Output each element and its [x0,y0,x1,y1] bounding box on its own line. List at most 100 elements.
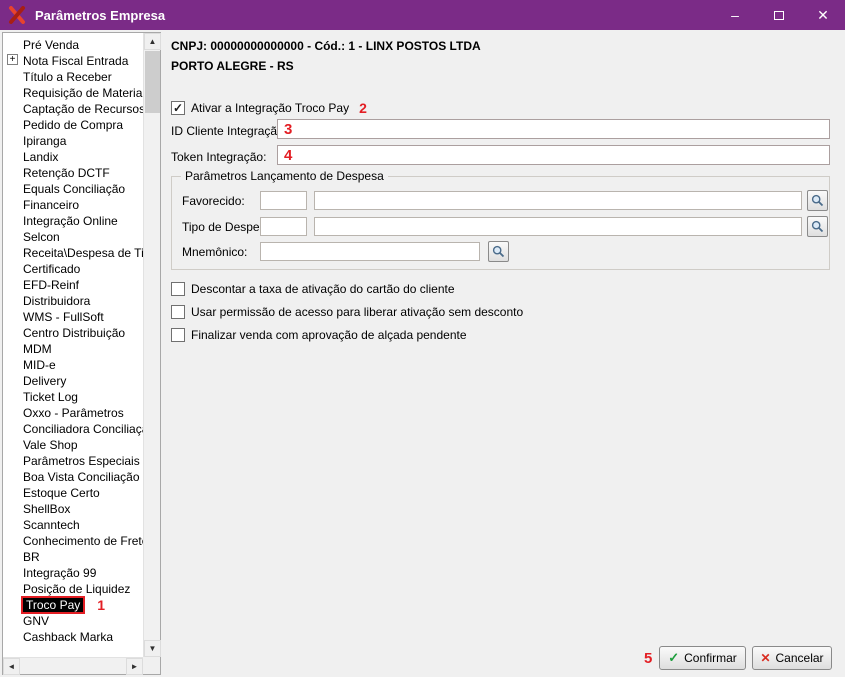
confirmar-button[interactable]: ✓ Confirmar [659,646,746,670]
sidebar-item-landix[interactable]: Landix [3,148,143,164]
tipo-despesa-lookup-button[interactable] [807,216,828,237]
mnemonico-label: Mnemônico: [182,245,248,259]
sidebar-item-label: Parâmetros Especiais [23,453,140,468]
id-cliente-input[interactable] [277,119,830,139]
tipo-despesa-name-input[interactable] [314,217,802,236]
sidebar-item-ticket-log[interactable]: Ticket Log [3,388,143,404]
favorecido-name-input[interactable] [314,191,802,210]
sidebar-item-reten-o-dctf[interactable]: Retenção DCTF [3,164,143,180]
sidebar-item-cashback-marka[interactable]: Cashback Marka [3,628,143,644]
sidebar-item-posi-o-de-liquidez[interactable]: Posição de Liquidez [3,580,143,596]
scrollbar-corner [143,657,160,674]
sidebar-vertical-scrollbar[interactable]: ▲ ▼ [143,33,161,657]
option-row[interactable]: Usar permissão de acesso para liberar at… [171,304,523,320]
favorecido-code-input[interactable] [260,191,307,210]
annotation-4: 4 [284,147,293,164]
sidebar-item-vale-shop[interactable]: Vale Shop [3,436,143,452]
sidebar-item-label: Cashback Marka [23,629,114,644]
sidebar-item-requisi-o-de-materiais[interactable]: Requisição de Materiais [3,84,143,100]
sidebar-item-label: Delivery [23,373,67,388]
checkbox-unchecked-icon[interactable] [171,282,185,296]
checkbox-unchecked-icon[interactable] [171,305,185,319]
sidebar-item-t-tulo-a-receber[interactable]: Título a Receber [3,68,143,84]
sidebar-item-par-metros-especiais[interactable]: Parâmetros Especiais [3,452,143,468]
sidebar-item-selcon[interactable]: Selcon [3,228,143,244]
sidebar-item-label: Troco Pay [23,597,84,612]
option-row[interactable]: Finalizar venda com aprovação de alçada … [171,327,523,343]
sidebar-item-label: Nota Fiscal Entrada [23,53,129,68]
magnifier-icon [492,245,505,258]
sidebar-item-delivery[interactable]: Delivery [3,372,143,388]
sidebar-item-distribuidora[interactable]: Distribuidora [3,292,143,308]
sidebar-item-mdm[interactable]: MDM [3,340,143,356]
sidebar-item-troco-pay[interactable]: Troco Pay 1 [3,596,143,613]
sidebar-item-efd-reinf[interactable]: EFD-Reinf [3,276,143,292]
annotation-5: 5 [644,650,653,667]
sidebar-item-integra-o-online[interactable]: Integração Online [3,212,143,228]
sidebar-item-receita-despesa-de-titul[interactable]: Receita\Despesa de Titul [3,244,143,260]
sidebar-horizontal-scrollbar[interactable]: ◄ ► [3,657,143,675]
minimize-icon: – [731,7,739,23]
sidebar-item-scanntech[interactable]: Scanntech [3,516,143,532]
sidebar-item-integra-o-99[interactable]: Integração 99 [3,564,143,580]
sidebar-item-ipiranga[interactable]: Ipiranga [3,132,143,148]
sidebar-item-certificado[interactable]: Certificado [3,260,143,276]
magnifier-icon [811,194,824,207]
cancelar-button[interactable]: ✕ Cancelar [752,646,832,670]
option-row[interactable]: Descontar a taxa de ativação do cartão d… [171,281,523,297]
sidebar-item-label: Captação de Recursos [23,101,143,116]
sidebar-item-estoque-certo[interactable]: Estoque Certo [3,484,143,500]
scroll-down-icon: ▼ [148,644,157,653]
parametros-empresa-window: Parâmetros Empresa – ✕ Pré Venda + Nota Fi… [0,0,845,677]
token-input[interactable] [277,145,830,165]
titlebar: Parâmetros Empresa – ✕ [0,0,845,30]
sidebar-item-conhecimento-de-frete[interactable]: Conhecimento de Frete [3,532,143,548]
tipo-despesa-code-input[interactable] [260,217,307,236]
scroll-right-button[interactable]: ► [126,658,143,675]
option-label: Descontar a taxa de ativação do cartão d… [191,282,455,296]
sidebar-item-capta-o-de-recursos[interactable]: Captação de Recursos [3,100,143,116]
sidebar-item-label: Integração 99 [23,565,97,580]
maximize-button[interactable] [757,0,801,30]
sidebar-item-label: Financeiro [23,197,80,212]
checkbox-unchecked-icon[interactable] [171,328,185,342]
mnemonico-lookup-button[interactable] [488,241,509,262]
scroll-left-button[interactable]: ◄ [3,658,20,675]
sidebar-item-centro-distribui-o[interactable]: Centro Distribuição [3,324,143,340]
minimize-button[interactable]: – [713,0,757,30]
sidebar-item-br[interactable]: BR [3,548,143,564]
sidebar-item-label: WMS - FullSoft [23,309,104,324]
sidebar-item-oxxo-par-metros[interactable]: Oxxo - Parâmetros [3,404,143,420]
sidebar-item-mid-e[interactable]: MID-e [3,356,143,372]
sidebar-item-conciliadora-concilia-o[interactable]: Conciliadora Conciliação [3,420,143,436]
sidebar-item-nota-fiscal-entrada[interactable]: + Nota Fiscal Entrada [3,52,143,68]
despesa-group-title: Parâmetros Lançamento de Despesa [181,169,388,183]
sidebar-item-boa-vista-concilia-o[interactable]: Boa Vista Conciliação [3,468,143,484]
activate-troco-pay-checkbox[interactable]: ✓ Ativar a Integração Troco Pay 2 [171,100,367,116]
scrollbar-thumb[interactable] [145,51,160,113]
sidebar-item-label: Distribuidora [23,293,91,308]
options: Descontar a taxa de ativação do cartão d… [171,281,523,350]
sidebar-item-label: Landix [23,149,59,164]
company-city-line: PORTO ALEGRE - RS [171,59,294,73]
scroll-down-button[interactable]: ▼ [144,640,161,657]
sidebar-item-label: Integração Online [23,213,118,228]
sidebar-item-wms-fullsoft[interactable]: WMS - FullSoft [3,308,143,324]
scroll-up-button[interactable]: ▲ [144,33,161,50]
sidebar-item-pedido-de-compra[interactable]: Pedido de Compra [3,116,143,132]
sidebar-item-gnv[interactable]: GNV [3,612,143,628]
sidebar-item-label: Requisição de Materiais [23,85,143,100]
mnemonico-input[interactable] [260,242,480,261]
sidebar-item-label: Conhecimento de Frete [23,533,143,548]
sidebar-item-equals-concilia-o[interactable]: Equals Conciliação [3,180,143,196]
close-button[interactable]: ✕ [801,0,845,30]
sidebar: Pré Venda + Nota Fiscal Entrada Título a Re… [2,32,161,675]
sidebar-item-financeiro[interactable]: Financeiro [3,196,143,212]
favorecido-lookup-button[interactable] [807,190,828,211]
sidebar-item-pr-venda[interactable]: Pré Venda [3,36,143,52]
sidebar-item-shellbox[interactable]: ShellBox [3,500,143,516]
checkbox-checked-icon[interactable]: ✓ [171,101,185,115]
expand-icon[interactable]: + [7,54,18,65]
sidebar-item-label: Ipiranga [23,133,67,148]
sidebar-list: Pré Venda + Nota Fiscal Entrada Título a Re… [3,33,143,657]
